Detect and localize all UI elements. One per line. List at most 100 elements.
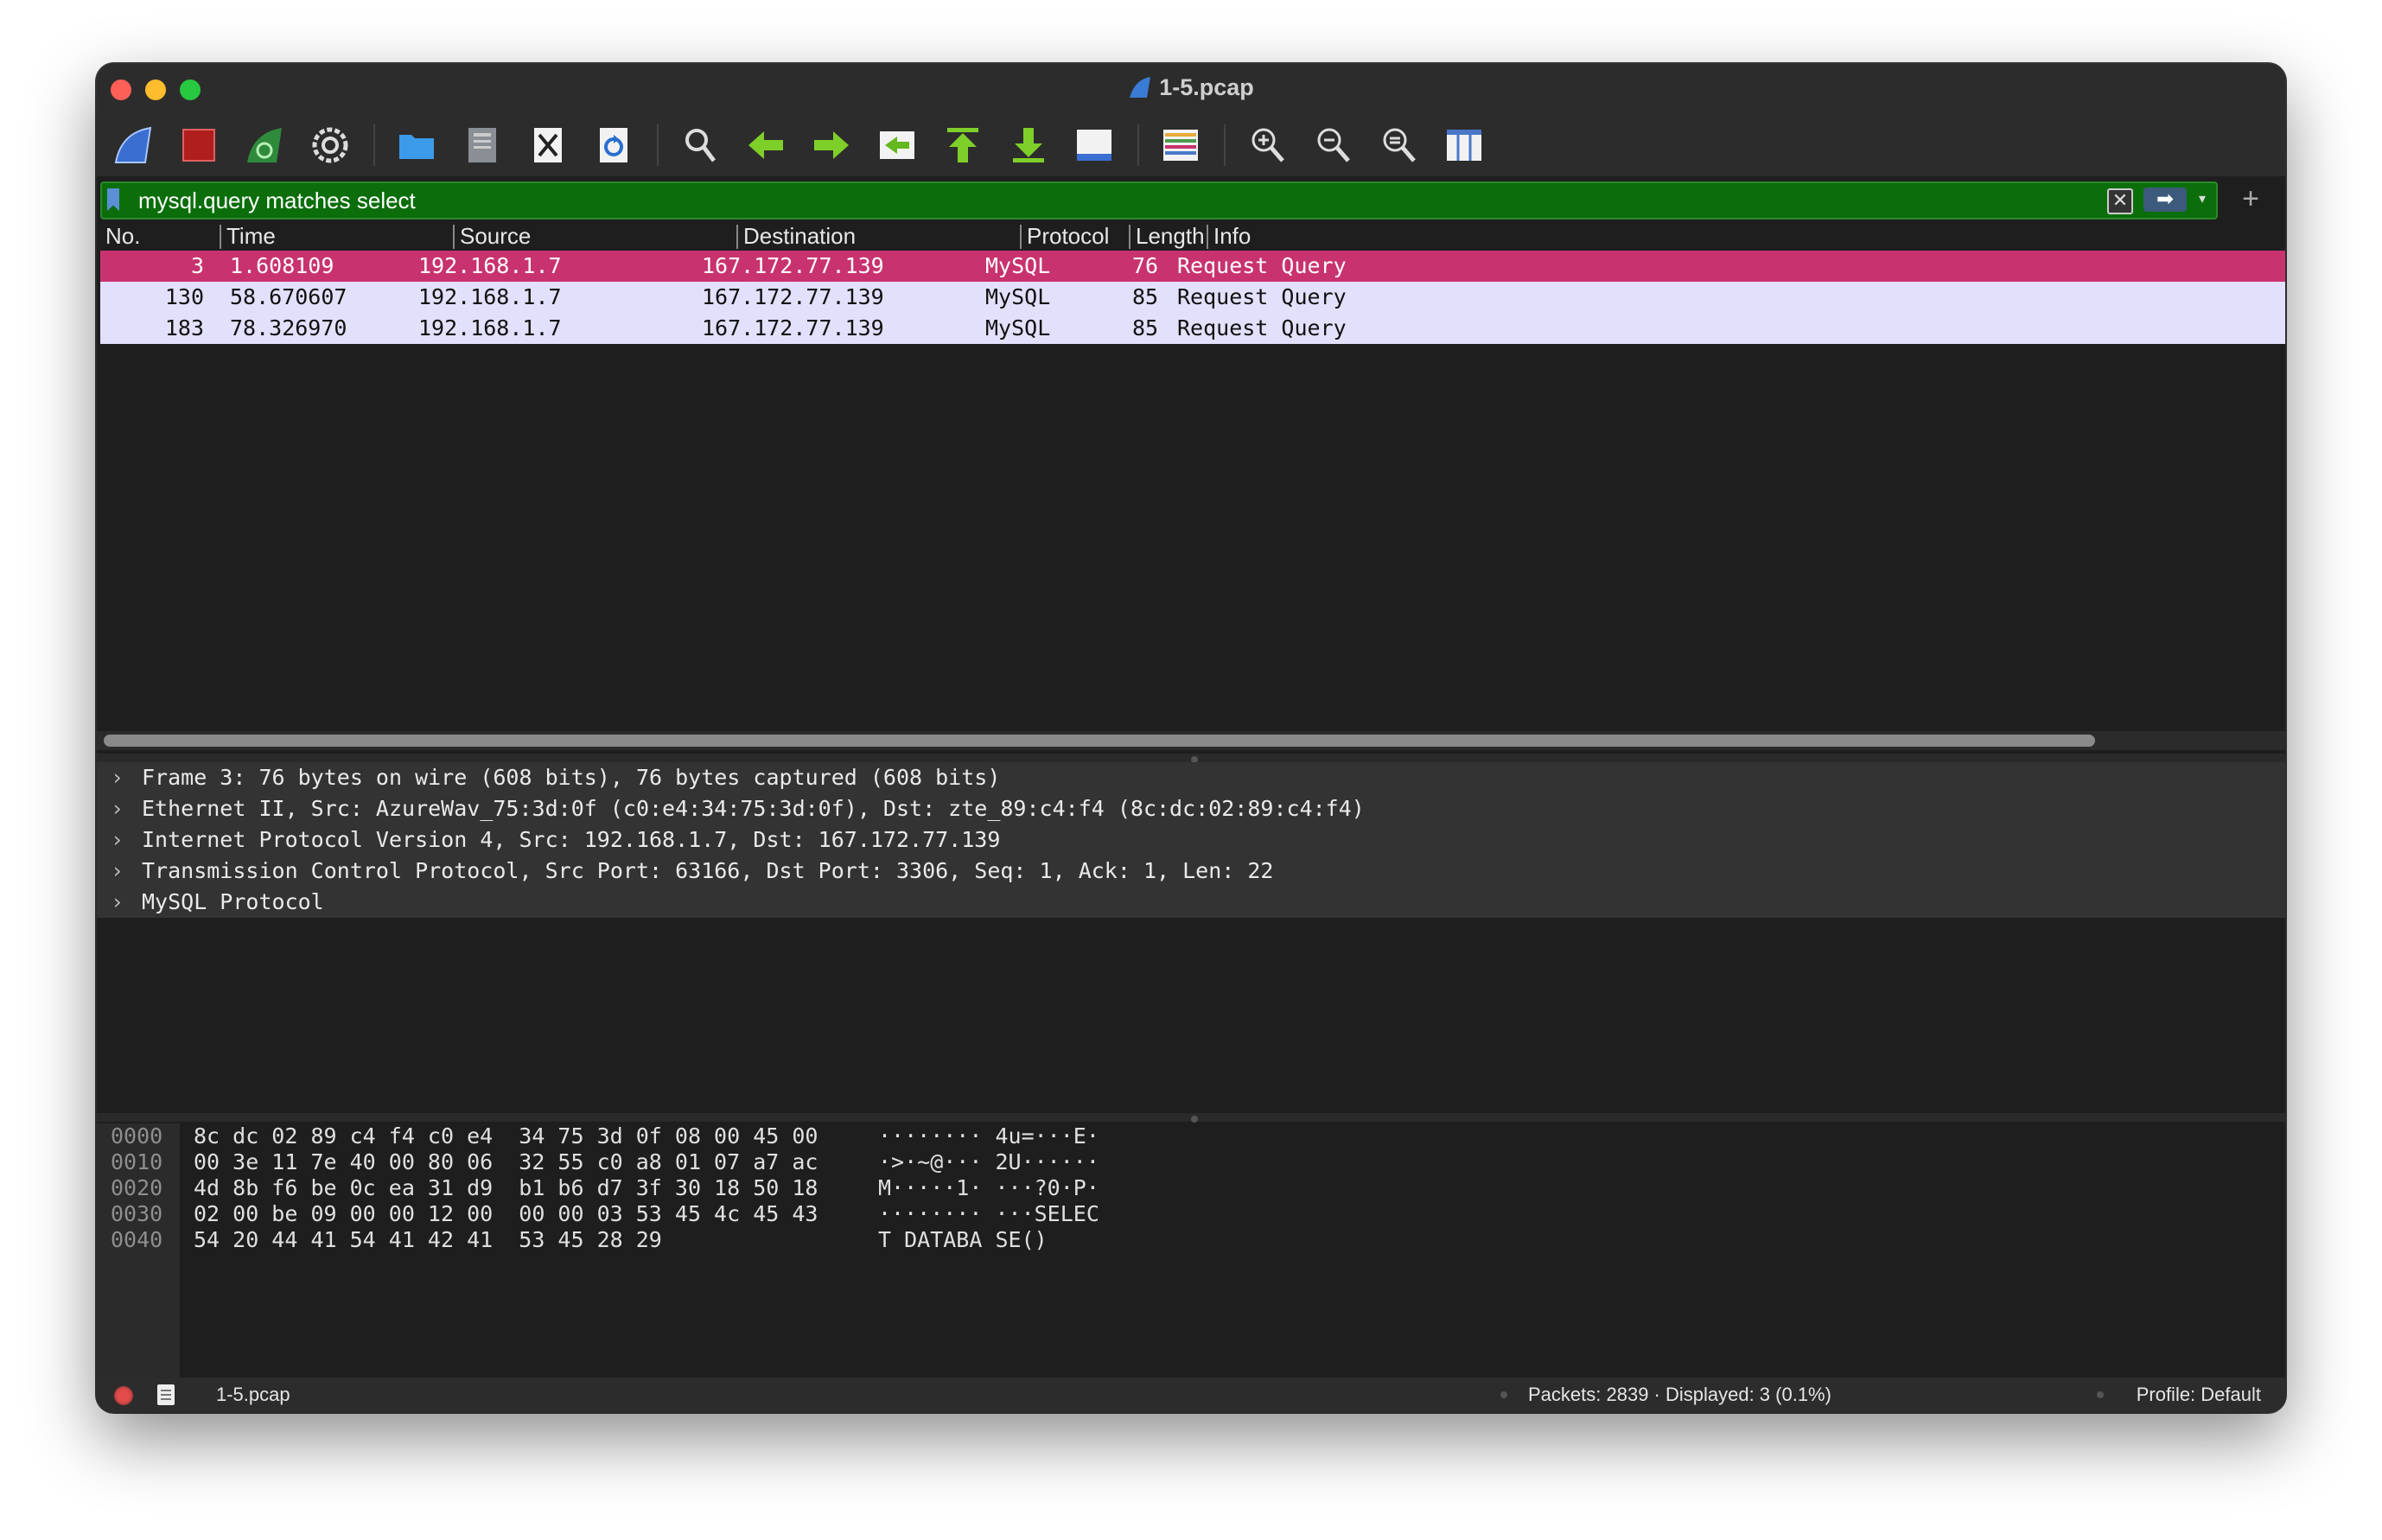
reload-file-button[interactable] <box>588 119 640 171</box>
open-file-button[interactable] <box>391 119 443 171</box>
restart-fin-icon <box>247 128 282 162</box>
packet-no: 183 <box>164 315 204 340</box>
bytes-row[interactable]: 0020 4d 8b f6 be 0c ea 31 d9 b1 b6 d7 3f… <box>97 1175 2285 1201</box>
clear-filter-button[interactable]: ✕ <box>2107 188 2133 214</box>
packet-protocol: MySQL <box>985 315 1051 340</box>
packet-row[interactable]: 183 78.326970 192.168.1.7 167.172.77.139… <box>100 313 2285 344</box>
pane-splitter[interactable] <box>97 754 2285 763</box>
arrow-left-icon <box>748 131 783 159</box>
close-file-icon <box>534 128 562 162</box>
packet-length: 85 <box>1132 284 1159 309</box>
detail-text: MySQL Protocol <box>142 889 324 914</box>
column-separator[interactable] <box>220 225 221 249</box>
hex-bytes[interactable]: 8c dc 02 89 c4 f4 c0 e4 34 75 3d 0f 08 0… <box>194 1123 818 1149</box>
stop-capture-button[interactable] <box>173 119 225 171</box>
detail-text: Frame 3: 76 bytes on wire (608 bits), 76… <box>142 765 1001 790</box>
magnifier-icon <box>685 129 716 162</box>
window-title: 1-5.pcap <box>97 74 2285 101</box>
column-header-no[interactable]: No. <box>105 223 218 250</box>
find-packet-button[interactable] <box>674 119 726 171</box>
hex-bytes[interactable]: 4d 8b f6 be 0c ea 31 d9 b1 b6 d7 3f 30 1… <box>194 1175 818 1200</box>
add-filter-button[interactable]: + <box>2233 181 2268 216</box>
column-header-source[interactable]: Source <box>460 223 736 250</box>
expert-info-icon[interactable] <box>114 1386 133 1405</box>
column-header-destination[interactable]: Destination <box>743 223 1020 250</box>
bytes-row[interactable]: 0030 02 00 be 09 00 00 12 00 00 00 03 53… <box>97 1201 2285 1227</box>
column-separator[interactable] <box>1129 225 1130 249</box>
column-header-time[interactable]: Time <box>226 223 451 250</box>
ascii-bytes[interactable]: ········ 4u=···E· <box>878 1123 1099 1149</box>
hex-bytes[interactable]: 02 00 be 09 00 00 12 00 00 00 03 53 45 4… <box>194 1201 818 1226</box>
expand-chevron-icon[interactable]: › <box>111 796 124 821</box>
save-file-icon <box>468 128 496 162</box>
ascii-bytes[interactable]: T DATABA SE() <box>878 1227 1048 1252</box>
filter-history-dropdown[interactable]: ▾ <box>2194 188 2211 211</box>
go-to-packet-icon <box>880 131 914 159</box>
expand-chevron-icon[interactable]: › <box>111 765 124 790</box>
go-forward-button[interactable] <box>806 119 857 171</box>
zoom-in-button[interactable] <box>1241 119 1293 171</box>
main-toolbar <box>107 119 1504 171</box>
detail-row-frame[interactable]: › Frame 3: 76 bytes on wire (608 bits), … <box>97 762 2285 793</box>
go-first-packet-button[interactable] <box>937 119 989 171</box>
capture-comment-icon[interactable] <box>157 1384 175 1405</box>
status-separator-dot <box>2097 1391 2104 1398</box>
apply-filter-button[interactable]: ➡ <box>2143 188 2187 212</box>
zoom-reset-button[interactable] <box>1373 119 1424 171</box>
detail-text: Ethernet II, Src: AzureWav_75:3d:0f (c0:… <box>142 796 1365 821</box>
detail-row-mysql[interactable]: › MySQL Protocol <box>97 887 2285 918</box>
bytes-row[interactable]: 0040 54 20 44 41 54 41 42 41 53 45 28 29… <box>97 1227 2285 1253</box>
detail-row-ip[interactable]: › Internet Protocol Version 4, Src: 192.… <box>97 824 2285 856</box>
expand-chevron-icon[interactable]: › <box>111 827 124 852</box>
ascii-bytes[interactable]: M·····1· ···?0·P· <box>878 1175 1099 1200</box>
start-capture-button[interactable] <box>107 119 159 171</box>
byte-offset: 0020 <box>111 1175 163 1200</box>
packet-source: 192.168.1.7 <box>418 315 562 340</box>
window-title-text: 1-5.pcap <box>1159 74 1254 100</box>
column-separator[interactable] <box>1020 225 1022 249</box>
column-header-protocol[interactable]: Protocol <box>1027 223 1127 250</box>
column-separator[interactable] <box>1207 225 1208 249</box>
filter-bookmark-icon[interactable] <box>107 188 119 211</box>
detail-row-ethernet[interactable]: › Ethernet II, Src: AzureWav_75:3d:0f (c… <box>97 793 2285 824</box>
close-file-button[interactable] <box>522 119 574 171</box>
packet-list-horizontal-scrollbar[interactable] <box>104 735 2095 747</box>
toolbar-separator <box>1224 124 1226 166</box>
resize-columns-button[interactable] <box>1438 119 1490 171</box>
bytes-row[interactable]: 0000 8c dc 02 89 c4 f4 c0 e4 34 75 3d 0f… <box>97 1123 2285 1149</box>
bytes-row[interactable]: 0010 00 3e 11 7e 40 00 80 06 32 55 c0 a8… <box>97 1149 2285 1175</box>
column-separator[interactable] <box>453 225 455 249</box>
display-filter-input[interactable] <box>137 185 2093 216</box>
go-to-packet-button[interactable] <box>871 119 923 171</box>
zoom-out-button[interactable] <box>1307 119 1359 171</box>
toolbar-separator <box>373 124 375 166</box>
restart-capture-button[interactable] <box>239 119 290 171</box>
packet-row-selected[interactable]: 3 1.608109 192.168.1.7 167.172.77.139 My… <box>100 251 2285 282</box>
save-file-button[interactable] <box>456 119 508 171</box>
column-separator[interactable] <box>736 225 738 249</box>
expand-chevron-icon[interactable]: › <box>111 889 124 914</box>
packet-destination: 167.172.77.139 <box>702 253 884 278</box>
detail-row-tcp[interactable]: › Transmission Control Protocol, Src Por… <box>97 856 2285 887</box>
packet-source: 192.168.1.7 <box>418 253 562 278</box>
status-separator-dot <box>1500 1391 1507 1398</box>
go-last-packet-button[interactable] <box>1003 119 1054 171</box>
expand-chevron-icon[interactable]: › <box>111 858 124 883</box>
pane-splitter[interactable] <box>97 1113 2285 1123</box>
colorize-button[interactable] <box>1155 119 1207 171</box>
packet-time: 78.326970 <box>230 315 347 340</box>
capture-options-button[interactable] <box>304 119 356 171</box>
ascii-bytes[interactable]: ·>·~@··· 2U······ <box>878 1149 1099 1174</box>
folder-icon <box>399 135 434 159</box>
status-packet-counts: Packets: 2839 · Displayed: 3 (0.1%) <box>1528 1384 1831 1405</box>
hex-bytes[interactable]: 54 20 44 41 54 41 42 41 53 45 28 29 <box>194 1227 662 1252</box>
packet-row[interactable]: 130 58.670607 192.168.1.7 167.172.77.139… <box>100 282 2285 313</box>
status-profile[interactable]: Profile: Default <box>2137 1384 2261 1406</box>
go-back-button[interactable] <box>740 119 792 171</box>
auto-scroll-button[interactable] <box>1068 119 1120 171</box>
column-header-length[interactable]: Length <box>1136 223 1205 250</box>
reload-icon <box>600 128 627 162</box>
ascii-bytes[interactable]: ········ ···SELEC <box>878 1201 1099 1226</box>
hex-bytes[interactable]: 00 3e 11 7e 40 00 80 06 32 55 c0 a8 01 0… <box>194 1149 818 1174</box>
column-header-info[interactable]: Info <box>1213 223 1386 250</box>
